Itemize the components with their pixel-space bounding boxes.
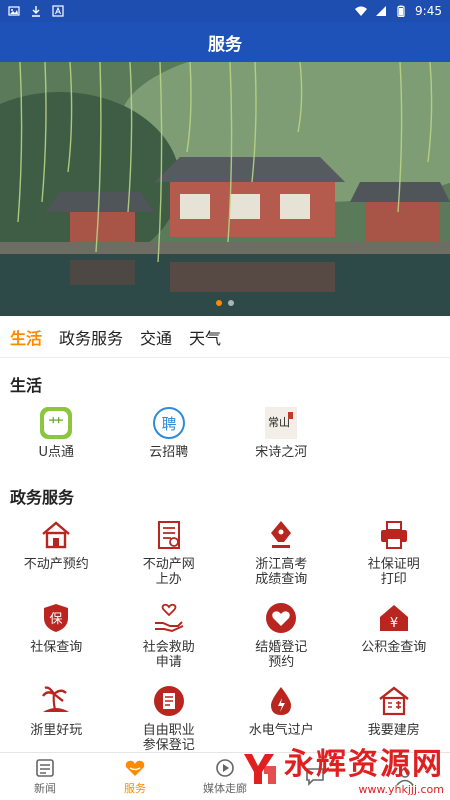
printer-icon — [377, 518, 411, 552]
status-time: 9:45 — [415, 4, 442, 18]
service-housing-fund[interactable]: ¥ 公积金查询 — [338, 597, 450, 680]
tab-traffic[interactable]: 交通 — [140, 325, 172, 349]
wifi-icon — [355, 6, 368, 16]
gov-grid: 不动产预约 不动产网 上办 浙江高考 成绩查询 社保证明 打印 保 社保查询 社… — [0, 514, 450, 763]
song-poem-icon: 常山 — [264, 406, 298, 440]
service-label: 水电气过户 — [248, 723, 314, 738]
carousel-dot-active[interactable] — [216, 300, 222, 306]
section-title-gov: 政务服务 — [10, 488, 75, 507]
hand-heart-icon — [152, 601, 186, 635]
svg-text:常山: 常山 — [268, 416, 290, 429]
form-icon — [152, 684, 186, 718]
page-title: 服务 — [0, 22, 450, 62]
service-label: 浙里好玩 — [30, 723, 83, 738]
status-bar: 9:45 — [0, 0, 450, 22]
battery-icon — [397, 5, 405, 17]
nav-label: 媒体走廊 — [203, 781, 247, 795]
service-label: 社会救助 申请 — [142, 640, 195, 670]
service-icon — [125, 760, 145, 776]
service-utility-transfer[interactable]: 水电气过户 — [225, 680, 338, 763]
service-label: 社保证明 打印 — [367, 557, 420, 587]
text-notification-icon — [52, 5, 64, 17]
life-grid: 艹 U点通 聘 云招聘 常山 宋诗之河 — [0, 402, 450, 470]
nav-chat[interactable] — [270, 753, 360, 800]
service-label: 不动产网 上办 — [142, 557, 195, 587]
bottom-navigation: 新闻 服务 媒体走廊 — [0, 752, 450, 800]
carousel-indicator — [0, 300, 450, 306]
media-icon — [216, 758, 234, 777]
svg-text:艹: 艹 — [48, 415, 64, 434]
service-label: 自由职业 参保登记 — [142, 723, 195, 753]
house-icon — [39, 518, 73, 552]
carousel-dot[interactable] — [228, 300, 234, 306]
banner-image — [0, 62, 450, 316]
recruit-icon: 聘 — [152, 406, 186, 440]
svg-text:保: 保 — [50, 612, 63, 627]
service-marriage-booking[interactable]: 结婚登记 预约 — [225, 597, 338, 680]
service-label: 结婚登记 预约 — [255, 640, 308, 670]
service-label: 公积金查询 — [361, 640, 427, 655]
user-icon — [396, 767, 414, 786]
svg-text:¥: ¥ — [390, 616, 398, 631]
service-real-estate-online[interactable]: 不动产网 上办 — [113, 514, 226, 597]
service-exam-score[interactable]: 浙江高考 成绩查询 — [225, 514, 338, 597]
service-social-insurance-print[interactable]: 社保证明 打印 — [338, 514, 450, 597]
service-label: 不动产预约 — [23, 557, 89, 572]
news-icon — [36, 758, 54, 777]
nav-label: 服务 — [124, 781, 146, 795]
banner-carousel[interactable] — [0, 62, 450, 316]
service-zheli-fun[interactable]: 浙里好玩 — [0, 680, 113, 763]
service-label: U点通 — [38, 445, 74, 460]
tab-life[interactable]: 生活 — [10, 325, 42, 349]
category-tabs: 生活 政务服务 交通 天气 — [0, 316, 450, 358]
image-notification-icon — [8, 6, 20, 16]
service-label: 社保查询 — [30, 640, 83, 655]
build-house-icon — [377, 684, 411, 718]
service-label: 云招聘 — [149, 445, 189, 460]
service-social-insurance-query[interactable]: 保 社保查询 — [0, 597, 113, 680]
tab-weather[interactable]: 天气 — [189, 325, 221, 349]
chat-icon — [306, 767, 324, 786]
service-cloud-recruit[interactable]: 聘 云招聘 — [113, 402, 226, 470]
tab-gov-services[interactable]: 政务服务 — [59, 325, 123, 349]
section-title-life: 生活 — [10, 376, 43, 395]
palm-tree-icon — [39, 684, 73, 718]
service-build-house[interactable]: 我要建房 — [338, 680, 450, 763]
utility-drop-icon — [264, 684, 298, 718]
nav-user[interactable] — [360, 753, 450, 800]
signal-icon — [376, 6, 387, 16]
nav-media[interactable]: 媒体走廊 — [180, 753, 270, 800]
nav-news[interactable]: 新闻 — [0, 753, 90, 800]
pen-nib-icon — [264, 518, 298, 552]
svg-text:聘: 聘 — [161, 415, 176, 433]
service-label: 浙江高考 成绩查询 — [255, 557, 308, 587]
yuan-house-icon: ¥ — [377, 601, 411, 635]
nav-services[interactable]: 服务 — [90, 753, 180, 800]
service-label: 我要建房 — [367, 723, 420, 738]
u-diantong-icon: 艹 — [39, 406, 73, 440]
nav-label: 新闻 — [34, 781, 56, 795]
shield-icon: 保 — [39, 601, 73, 635]
service-real-estate-booking[interactable]: 不动产预约 — [0, 514, 113, 597]
download-icon — [32, 6, 40, 17]
document-icon — [152, 518, 186, 552]
service-u-diantong[interactable]: 艹 U点通 — [0, 402, 113, 470]
service-freelancer-insurance[interactable]: 自由职业 参保登记 — [113, 680, 226, 763]
heart-icon — [264, 601, 298, 635]
service-social-aid[interactable]: 社会救助 申请 — [113, 597, 226, 680]
service-song-poem-river[interactable]: 常山 宋诗之河 — [225, 402, 338, 470]
service-label: 宋诗之河 — [255, 445, 308, 460]
